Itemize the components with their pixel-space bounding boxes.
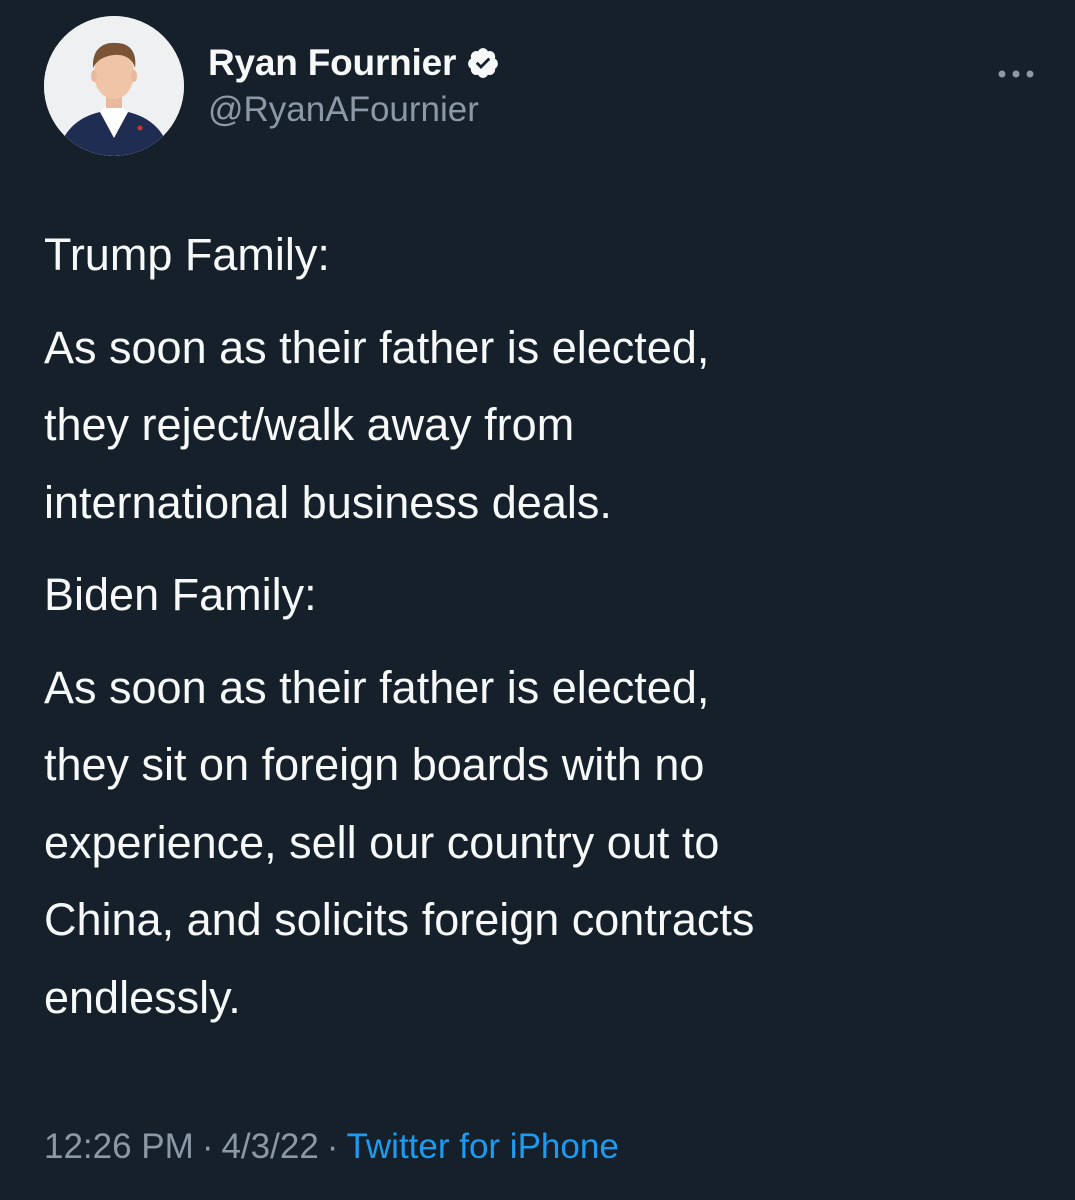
tweet: Ryan Fournier @RyanAFournier Trump Famil…	[0, 0, 1075, 1200]
handle[interactable]: @RyanAFournier	[208, 90, 500, 130]
separator: ·	[201, 1127, 214, 1166]
tweet-metadata: 12:26 PM · 4/3/22 · Twitter for iPhone	[44, 1122, 619, 1172]
user-info: Ryan Fournier @RyanAFournier	[208, 38, 500, 130]
separator: ·	[326, 1127, 339, 1166]
avatar-image	[44, 16, 184, 156]
tweet-text: Trump Family: As soon as their father is…	[44, 216, 1044, 1051]
more-options-button[interactable]	[988, 56, 1044, 92]
tweet-date[interactable]: 4/3/22	[221, 1127, 318, 1166]
tweet-header: Ryan Fournier @RyanAFournier	[44, 16, 1044, 156]
avatar[interactable]	[44, 16, 184, 156]
tweet-paragraph: As soon as their father is elected, they…	[44, 661, 755, 1023]
tweet-source-link[interactable]: Twitter for iPhone	[346, 1127, 618, 1166]
display-name[interactable]: Ryan Fournier	[208, 42, 456, 84]
verified-badge-icon	[466, 46, 500, 80]
tweet-time[interactable]: 12:26 PM	[44, 1127, 194, 1166]
more-dots-icon	[998, 70, 1034, 78]
tweet-paragraph: Biden Family:	[44, 569, 317, 620]
name-row: Ryan Fournier	[208, 38, 500, 88]
tweet-paragraph: Trump Family:	[44, 229, 330, 280]
tweet-paragraph: As soon as their father is elected, they…	[44, 321, 710, 528]
